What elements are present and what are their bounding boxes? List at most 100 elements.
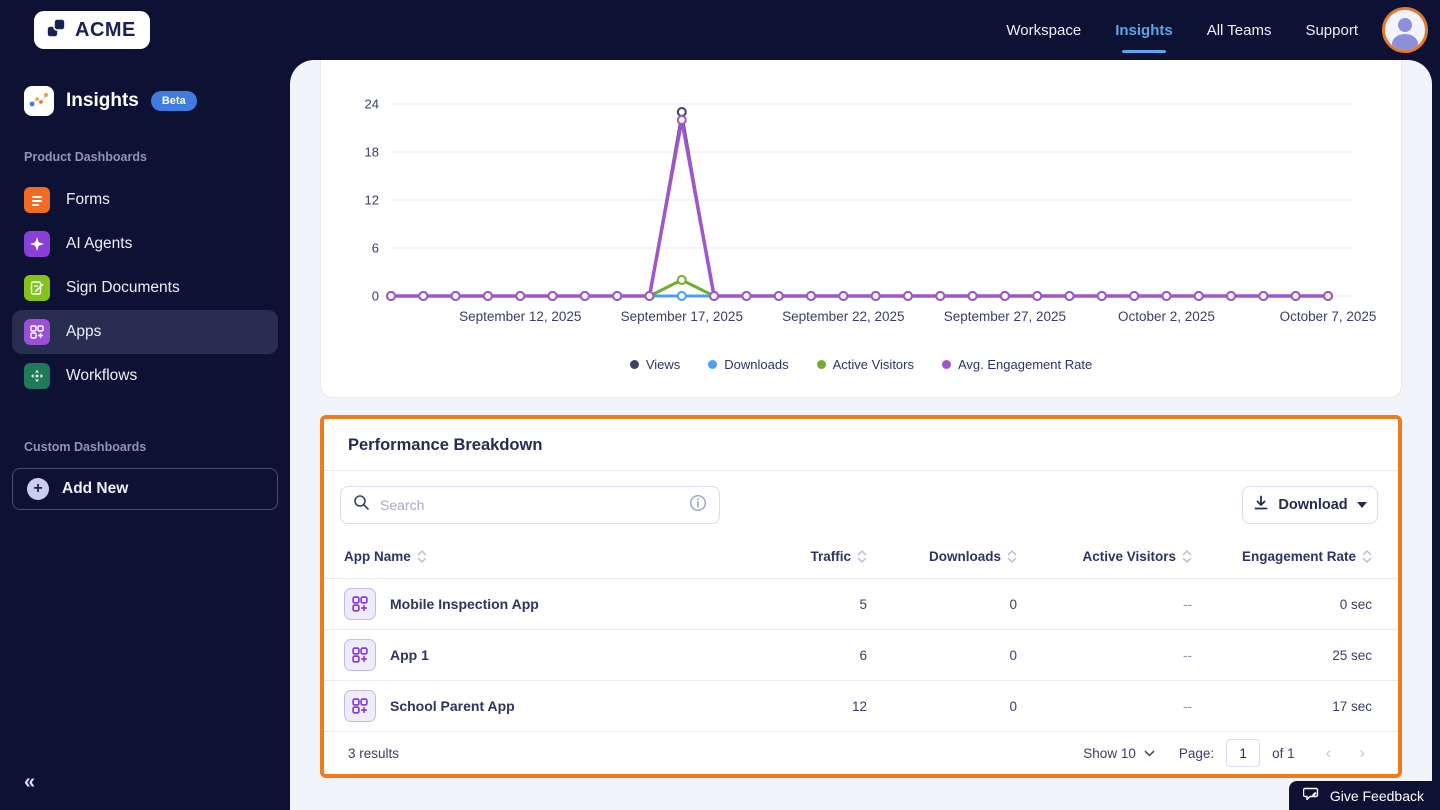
chevron-down-icon (1356, 502, 1367, 508)
acme-logo-text: ACME (75, 18, 136, 41)
sidebar-item-workflows[interactable]: Workflows (12, 354, 278, 398)
search-box[interactable] (340, 486, 720, 524)
column-header-engagement-rate[interactable]: Engagement Rate (1192, 549, 1372, 564)
legend-dot-icon (629, 360, 639, 369)
acme-logo[interactable]: ACME (34, 11, 150, 49)
performance-title: Performance Breakdown (348, 436, 543, 454)
legend-item-downloads[interactable]: Downloads (708, 357, 789, 372)
svg-text:October 2, 2025: October 2, 2025 (1118, 309, 1215, 324)
insights-app-icon (24, 86, 54, 116)
add-new-button[interactable]: + Add New (12, 468, 278, 510)
sidebar-item-apps[interactable]: Apps (12, 310, 278, 354)
svg-text:September 27, 2025: September 27, 2025 (944, 309, 1066, 324)
nav-insights[interactable]: Insights (1115, 22, 1173, 39)
page-number-input[interactable] (1226, 739, 1261, 767)
sort-icon[interactable] (1182, 549, 1192, 564)
table-row[interactable]: School Parent App 12 0 -- 17 sec (324, 680, 1398, 731)
sidebar-item-label: AI Agents (66, 235, 133, 252)
sidebar-item-label: Workflows (66, 367, 138, 384)
column-header-downloads[interactable]: Downloads (867, 549, 1017, 564)
downloads-value: 0 (1009, 596, 1017, 612)
nav-support[interactable]: Support (1305, 22, 1358, 39)
app-name: App 1 (390, 647, 429, 663)
app-grid-icon (344, 639, 376, 671)
forms-icon (24, 187, 50, 213)
svg-text:September 12, 2025: September 12, 2025 (459, 309, 581, 324)
nav-all-teams[interactable]: All Teams (1207, 22, 1272, 39)
column-header-active-visitors[interactable]: Active Visitors (1017, 549, 1192, 564)
svg-text:October 7, 2025: October 7, 2025 (1280, 309, 1377, 324)
active-visitors-value: -- (1183, 596, 1192, 612)
app-name: Mobile Inspection App (390, 596, 539, 612)
legend-dot-icon (942, 360, 951, 369)
ai-agents-icon (24, 231, 50, 257)
svg-text:18: 18 (365, 145, 379, 160)
sign-documents-icon (24, 275, 50, 301)
top-nav: Workspace Insights All Teams Support (1006, 22, 1358, 39)
sidebar-item-label: Forms (66, 191, 110, 208)
metrics-line-chart: 0 6 12 18 24 September 12, 2025 September 17, … (365, 97, 1377, 325)
beta-badge: Beta (150, 91, 197, 111)
acme-logo-icon (44, 16, 68, 45)
sidebar-items: Forms AI Agents Sign Documents Apps Workflow… (12, 178, 278, 398)
table-body: Mobile Inspection App 5 0 -- 0 sec App 1 6 0 -- 2… (324, 578, 1398, 731)
info-icon[interactable] (689, 494, 707, 517)
nav-workspace[interactable]: Workspace (1006, 22, 1081, 39)
legend-item-avg-engagement-rate[interactable]: Avg. Engagement Rate (942, 357, 1092, 372)
column-header-traffic[interactable]: Traffic (717, 549, 867, 564)
sort-icon[interactable] (1007, 549, 1017, 564)
feedback-icon (1302, 787, 1321, 805)
table-controls: Download (324, 471, 1398, 524)
svg-text:September 22, 2025: September 22, 2025 (782, 309, 904, 324)
table-header: App Name Traffic Downloads Active Visitors E… (324, 534, 1398, 578)
active-visitors-value: -- (1183, 647, 1192, 663)
sidebar-item-forms[interactable]: Forms (12, 178, 278, 222)
column-label: Active Visitors (1082, 548, 1176, 564)
sort-icon[interactable] (1362, 549, 1372, 564)
sort-icon[interactable] (417, 549, 427, 564)
top-bar: ACME Workspace Insights All Teams Support (0, 0, 1440, 60)
results-count: 3 results (348, 745, 400, 761)
sidebar: Insights Beta Product Dashboards Forms AI… (0, 60, 290, 810)
chart-legend: Views Downloads Active Visitors Avg. Engage… (321, 357, 1401, 372)
plus-icon: + (27, 478, 49, 500)
table-row[interactable]: Mobile Inspection App 5 0 -- 0 sec (324, 578, 1398, 629)
engagement-rate-value: 25 sec (1332, 647, 1372, 663)
previous-page-button[interactable]: ‹ (1317, 743, 1341, 763)
download-button[interactable]: Download (1242, 486, 1378, 524)
svg-text:September 17, 2025: September 17, 2025 (621, 309, 743, 324)
downloads-value: 0 (1009, 698, 1017, 714)
column-header-app-name[interactable]: App Name (344, 549, 717, 564)
give-feedback-button[interactable]: Give Feedback (1288, 781, 1440, 810)
sort-icon[interactable] (857, 549, 867, 564)
user-avatar[interactable] (1382, 7, 1428, 53)
metrics-chart-card: 0 6 12 18 24 September 12, 2025 September 17, … (320, 60, 1402, 398)
legend-item-views[interactable]: Views (629, 357, 680, 372)
show-page-size-select[interactable]: Show 10 (1083, 746, 1155, 761)
active-visitors-value: -- (1183, 698, 1192, 714)
collapse-sidebar-icon[interactable]: « (24, 771, 35, 794)
legend-label: Avg. Engagement Rate (958, 357, 1093, 372)
chevron-down-icon (1144, 749, 1155, 757)
search-icon (353, 494, 370, 516)
table-row[interactable]: App 1 6 0 -- 25 sec (324, 629, 1398, 680)
svg-text:0: 0 (372, 289, 379, 304)
table-footer: 3 results Show 10 Page: of 1 ‹ › (324, 731, 1398, 774)
traffic-value: 5 (859, 596, 867, 612)
page-label: Page: (1178, 745, 1215, 761)
search-input[interactable] (380, 497, 689, 513)
workflows-icon (24, 363, 50, 389)
legend-item-active-visitors[interactable]: Active Visitors (816, 357, 914, 372)
apps-icon (24, 319, 50, 345)
legend-label: Downloads (724, 357, 789, 372)
engagement-rate-value: 0 sec (1339, 596, 1372, 612)
sidebar-item-sign-documents[interactable]: Sign Documents (12, 266, 278, 310)
column-label: Engagement Rate (1241, 548, 1356, 564)
legend-dot-icon (708, 360, 718, 369)
sidebar-item-ai-agents[interactable]: AI Agents (12, 222, 278, 266)
sidebar-title: Insights (66, 90, 139, 111)
column-label: Downloads (928, 548, 1001, 564)
next-page-button[interactable]: › (1350, 743, 1374, 763)
section-custom-dashboards: Custom Dashboards (24, 440, 147, 454)
app-name: School Parent App (390, 698, 515, 714)
